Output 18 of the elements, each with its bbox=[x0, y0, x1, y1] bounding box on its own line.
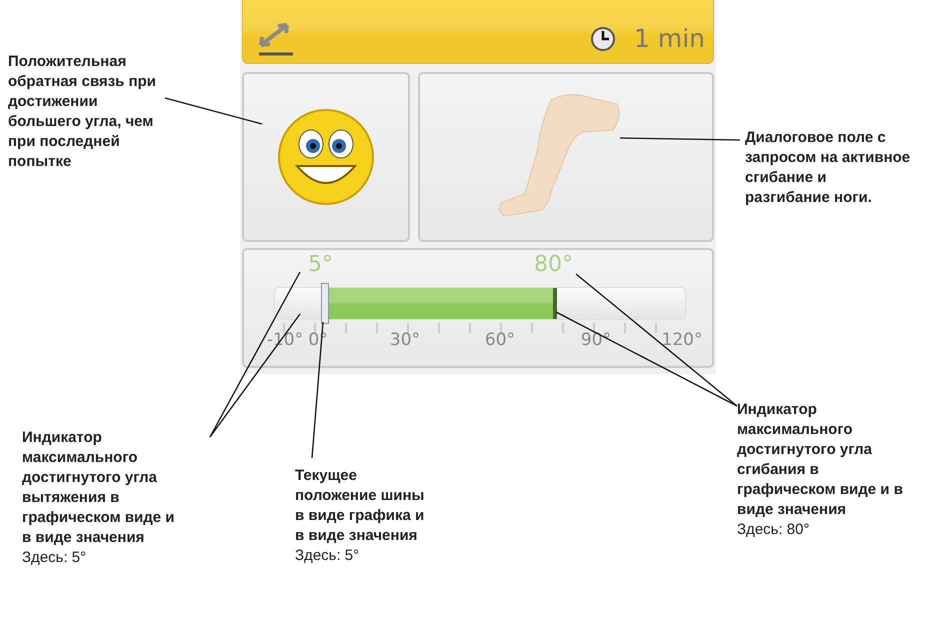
extension-angle-value: 5° bbox=[308, 254, 333, 276]
scale-label: 60° bbox=[484, 332, 516, 349]
scale-label: 120° bbox=[662, 332, 702, 349]
clock-icon bbox=[590, 26, 616, 52]
smiley-icon bbox=[277, 108, 375, 206]
duration-text: 1 min bbox=[634, 22, 705, 55]
callout-text: Положительная обратная связь при достижении большего угла, чем при последней попытке bbox=[8, 52, 158, 172]
callout-note: Здесь: 80° bbox=[737, 520, 810, 540]
callout-text: Индикатор максимального достигнутого угла вытяжения в графическом виде и в виде значения bbox=[22, 428, 176, 548]
callout-note: Здесь: 5° bbox=[295, 546, 360, 566]
stretch-arrow-icon bbox=[257, 20, 295, 56]
callout-text: Индикатор максимального достигнутого угла сгибания в графическом виде и в виде значения bbox=[737, 400, 904, 520]
callout-text: Текущее положение шины в виде графика и в виде значения bbox=[295, 466, 425, 546]
callout-note: Здесь: 5° bbox=[22, 548, 88, 568]
callout-text: Диалоговое поле с запросом на активное сгибание и разгибание ноги. bbox=[745, 128, 912, 208]
flexion-angle-value: 80° bbox=[534, 254, 573, 276]
scale-label: 30° bbox=[390, 332, 420, 349]
scale-label: 90° bbox=[580, 332, 612, 349]
